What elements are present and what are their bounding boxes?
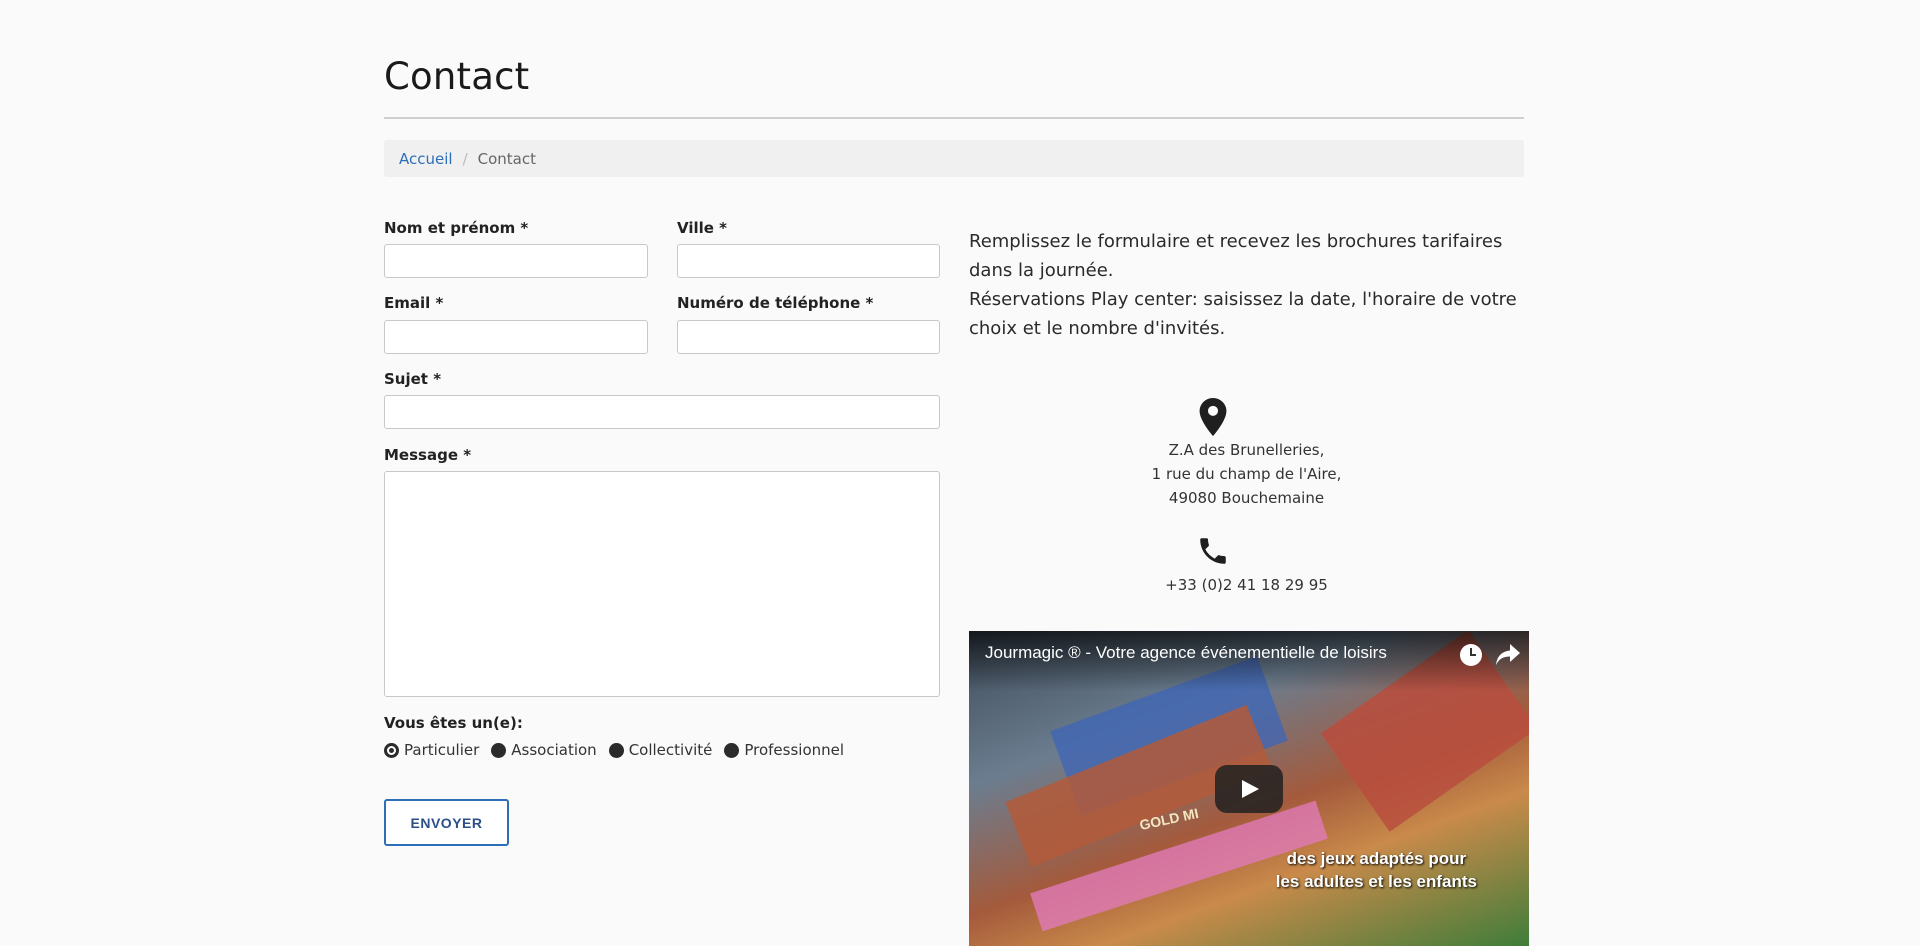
customer-type-group: Particulier Association Collectivité Pro… bbox=[384, 741, 856, 759]
name-field[interactable] bbox=[384, 244, 648, 278]
message-label: Message * bbox=[384, 446, 472, 464]
address-line-3: 49080 Bouchemaine bbox=[1168, 489, 1325, 507]
intro-line-1: Remplissez le formulaire et recevez les … bbox=[969, 231, 1503, 281]
radio-collectivite-label: Collectivité bbox=[628, 741, 713, 759]
phone-icon bbox=[1200, 538, 1226, 564]
video-caption: des jeux adaptés pour les adultes et les… bbox=[1276, 847, 1477, 893]
radio-unchecked-icon[interactable] bbox=[608, 742, 624, 758]
map-pin-icon bbox=[1199, 398, 1227, 436]
name-label: Nom et prénom * bbox=[384, 219, 529, 237]
page-title: Contact bbox=[384, 55, 530, 98]
caption-line-2: les adultes et les enfants bbox=[1275, 872, 1477, 891]
video-title[interactable]: Jourmagic ® - Votre agence événementiell… bbox=[985, 643, 1387, 663]
send-button[interactable]: ENVOYER bbox=[384, 799, 509, 846]
customer-type-label: Vous êtes un(e): bbox=[384, 714, 523, 732]
caption-line-1: des jeux adaptés pour bbox=[1286, 849, 1467, 868]
city-label: Ville * bbox=[677, 219, 728, 237]
subject-field[interactable] bbox=[384, 395, 940, 429]
radio-association[interactable]: Association bbox=[491, 741, 597, 759]
breadcrumb-current: Contact bbox=[477, 149, 536, 168]
phone-field[interactable] bbox=[677, 320, 940, 354]
radio-unchecked-icon[interactable] bbox=[724, 742, 740, 758]
share-icon[interactable] bbox=[1496, 644, 1520, 666]
radio-association-label: Association bbox=[511, 741, 597, 759]
breadcrumb: Accueil / Contact bbox=[384, 140, 1524, 177]
address-line-1: Z.A des Brunelleries, bbox=[1168, 441, 1325, 459]
clock-icon[interactable] bbox=[1460, 644, 1482, 666]
radio-checked-icon[interactable] bbox=[384, 742, 399, 758]
email-label: Email * bbox=[384, 294, 444, 312]
message-field[interactable] bbox=[384, 471, 940, 697]
intro-text: Remplissez le formulaire et recevez les … bbox=[969, 227, 1529, 343]
radio-particulier-label: Particulier bbox=[404, 741, 480, 759]
radio-particulier[interactable]: Particulier bbox=[384, 741, 479, 759]
radio-unchecked-icon[interactable] bbox=[491, 742, 507, 758]
subject-label: Sujet * bbox=[384, 370, 442, 388]
breadcrumb-separator: / bbox=[462, 149, 468, 168]
phone-number[interactable]: +33 (0)2 41 18 29 95 bbox=[969, 573, 1524, 597]
radio-collectivite[interactable]: Collectivité bbox=[608, 741, 713, 759]
city-field[interactable] bbox=[677, 244, 940, 278]
play-icon[interactable] bbox=[1215, 765, 1283, 813]
address-line-2: 1 rue du champ de l'Aire, bbox=[1151, 465, 1342, 483]
intro-line-2: Réservations Play center: saisissez la d… bbox=[969, 289, 1517, 339]
video-embed[interactable]: GOLD MI Jourmagic ® - Votre agence événe… bbox=[969, 631, 1529, 946]
address-block: Z.A des Brunelleries, 1 rue du champ de … bbox=[969, 438, 1524, 510]
radio-professionnel[interactable]: Professionnel bbox=[724, 741, 844, 759]
phone-label: Numéro de téléphone * bbox=[677, 294, 874, 312]
email-field[interactable] bbox=[384, 320, 648, 354]
radio-professionnel-label: Professionnel bbox=[744, 741, 845, 759]
breadcrumb-home-link[interactable]: Accueil bbox=[399, 150, 453, 168]
title-divider bbox=[384, 117, 1524, 119]
